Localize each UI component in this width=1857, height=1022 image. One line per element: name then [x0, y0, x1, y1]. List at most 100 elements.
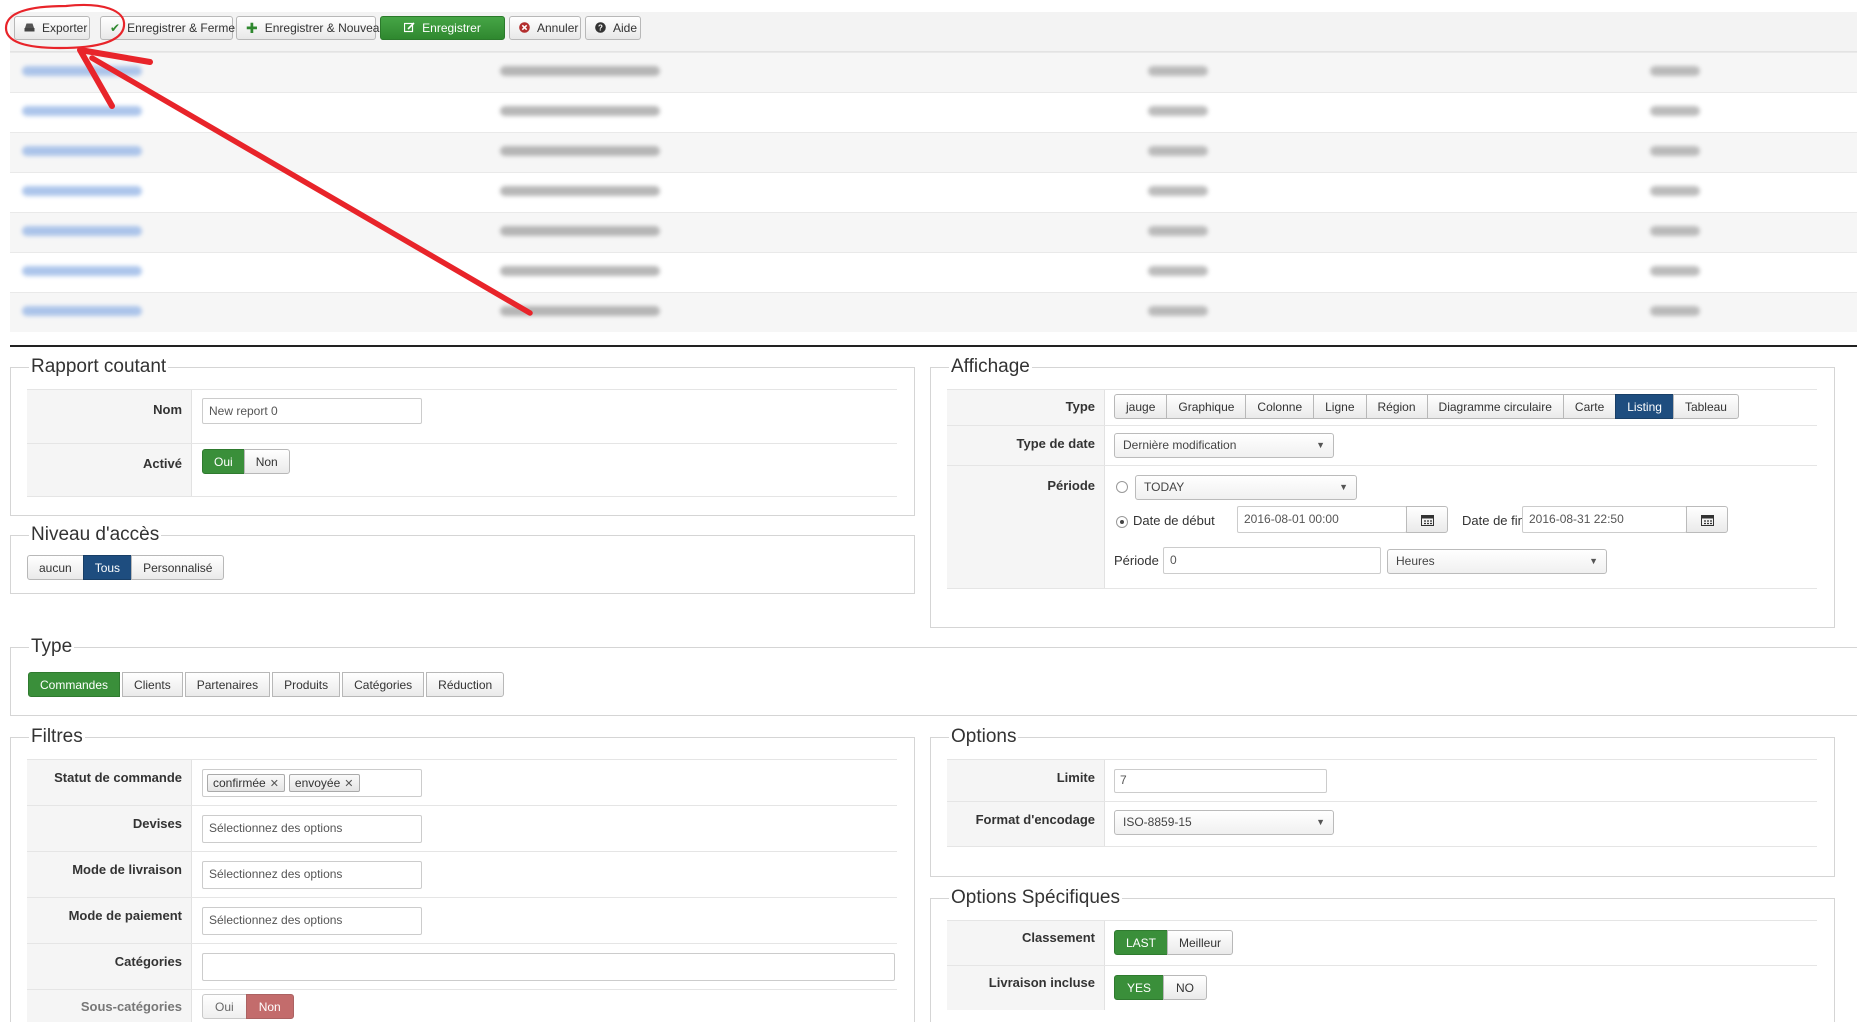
options-fieldset: Options Limite 7 Format d'encodage ISO-8… [930, 725, 1835, 877]
periode2-input[interactable]: 0 [1163, 547, 1381, 574]
livraison-row: Mode de livraison Sélectionnez des optio… [27, 851, 897, 897]
statut-multiselect[interactable]: confirmée ✕ envoyée ✕ [202, 769, 422, 797]
periode-select[interactable]: TODAY ▼ [1135, 475, 1357, 500]
type-categories-button[interactable]: Catégories [342, 672, 425, 697]
table-row [10, 292, 1857, 332]
devises-multiselect[interactable]: Sélectionnez des options [202, 815, 422, 843]
categories-input[interactable] [202, 953, 895, 981]
nom-input[interactable]: New report 0 [202, 398, 422, 424]
table-row [10, 212, 1857, 252]
encodage-row: Format d'encodage ISO-8859-15 ▼ [947, 801, 1817, 847]
type-region-button[interactable]: Région [1365, 394, 1428, 419]
encodage-select[interactable]: ISO-8859-15 ▼ [1114, 810, 1334, 835]
type-commandes-button[interactable]: Commandes [28, 672, 121, 697]
active-row: Activé Oui Non [27, 443, 897, 497]
sous-categories-toggle: Oui Non [202, 994, 294, 1019]
paiement-row: Mode de paiement Sélectionnez des option… [27, 897, 897, 943]
date-debut-calendar-button[interactable] [1406, 506, 1448, 533]
type-carte-button[interactable]: Carte [1562, 394, 1617, 419]
type-diagramme-button[interactable]: Diagramme circulaire [1426, 394, 1564, 419]
classement-label: Classement [947, 921, 1105, 965]
svg-text:?: ? [598, 23, 603, 32]
livraison-multiselect[interactable]: Sélectionnez des options [202, 861, 422, 889]
chevron-down-icon: ▼ [1316, 817, 1325, 827]
encodage-label: Format d'encodage [947, 802, 1105, 846]
active-non-button[interactable]: Non [243, 449, 290, 474]
acces-legend: Niveau d'accès [29, 523, 162, 547]
date-debut-input[interactable]: 2016-08-01 00:00 [1237, 506, 1407, 533]
cancel-icon [519, 21, 530, 35]
remove-icon[interactable]: ✕ [344, 777, 353, 790]
periode-radio[interactable] [1116, 481, 1128, 493]
specifiques-fieldset: Options Spécifiques Classement LAST Meil… [930, 886, 1835, 1022]
devises-row: Devises Sélectionnez des options [27, 805, 897, 851]
livraison-label: Mode de livraison [27, 852, 192, 897]
type-toggle: Commandes Clients Partenaires Produits C… [28, 672, 505, 697]
statut-chip: envoyée ✕ [288, 774, 360, 792]
sous-categories-non-button[interactable]: Non [245, 994, 294, 1019]
table-row [10, 52, 1857, 92]
classement-toggle: LAST Meilleur [1114, 930, 1234, 955]
remove-icon[interactable]: ✕ [270, 777, 279, 790]
date-fin-label: Date de fin [1462, 513, 1525, 528]
periode-row: Période TODAY ▼ Date de début 2016-08-01 … [947, 465, 1817, 589]
livraison-incluse-label: Livraison incluse [947, 966, 1105, 1010]
affichage-type-toggle: jauge Graphique Colonne Ligne Région Dia… [1114, 394, 1739, 419]
table-row [10, 172, 1857, 212]
type-partenaires-button[interactable]: Partenaires [184, 672, 271, 697]
export-button[interactable]: Exporter [14, 16, 90, 40]
livraison-yes-button[interactable]: YES [1114, 975, 1165, 1000]
calendar-icon [1420, 514, 1434, 526]
acces-personnalise-button[interactable]: Personnalisé [131, 555, 225, 580]
save-close-button[interactable]: ✔ Enregistrer & Fermer [100, 16, 239, 40]
help-button[interactable]: ? Aide [585, 16, 641, 40]
type-reduction-button[interactable]: Réduction [426, 672, 505, 697]
type-jauge-button[interactable]: jauge [1114, 394, 1168, 419]
save-button[interactable]: Enregistrer [380, 16, 505, 40]
classement-meilleur-button[interactable]: Meilleur [1167, 930, 1234, 955]
type-clients-button[interactable]: Clients [122, 672, 183, 697]
active-oui-button[interactable]: Oui [202, 449, 245, 474]
filtres-fieldset: Filtres Statut de commande confirmée ✕ env… [10, 725, 915, 1022]
acces-tous-button[interactable]: Tous [82, 555, 133, 580]
save-new-button[interactable]: ✚ Enregistrer & Nouveau [236, 16, 386, 40]
rapport-legend: Rapport coutant [29, 355, 169, 379]
unit-select[interactable]: Heures ▼ [1387, 549, 1607, 574]
date-range-radio[interactable] [1116, 516, 1128, 528]
type-tableau-button[interactable]: Tableau [1672, 394, 1739, 419]
date-fin-input[interactable]: 2016-08-31 22:50 [1522, 506, 1687, 533]
date-fin-calendar-button[interactable] [1686, 506, 1728, 533]
periode-label: Période [947, 466, 1105, 588]
sous-categories-label: Sous-catégories [27, 990, 192, 1022]
filtres-legend: Filtres [29, 725, 85, 749]
calendar-icon [1700, 514, 1714, 526]
chevron-down-icon: ▼ [1316, 440, 1325, 450]
statut-row: Statut de commande confirmée ✕ envoyée ✕ [27, 759, 897, 805]
acces-fieldset: Niveau d'accès aucun Tous Personnalisé [10, 523, 915, 594]
nom-label: Nom [27, 390, 192, 443]
table-row [10, 252, 1857, 292]
acces-aucun-button[interactable]: aucun [27, 555, 84, 580]
edit-icon [404, 21, 415, 35]
livraison-incluse-row: Livraison incluse YES NO [947, 965, 1817, 1010]
type-listing-button[interactable]: Listing [1615, 394, 1674, 419]
paiement-multiselect[interactable]: Sélectionnez des options [202, 907, 422, 935]
limite-input[interactable]: 7 [1114, 769, 1327, 793]
chevron-down-icon: ▼ [1589, 556, 1598, 566]
type-graphique-button[interactable]: Graphique [1166, 394, 1247, 419]
limite-label: Limite [947, 760, 1105, 801]
table-row [10, 132, 1857, 172]
type-produits-button[interactable]: Produits [272, 672, 341, 697]
type-date-select[interactable]: Dernière modification ▼ [1114, 433, 1334, 458]
sous-categories-row: Sous-catégories Oui Non [27, 989, 897, 1022]
cancel-button[interactable]: Annuler [509, 16, 581, 40]
chevron-down-icon: ▼ [1339, 482, 1348, 492]
sous-categories-oui-button[interactable]: Oui [202, 994, 247, 1019]
livraison-no-button[interactable]: NO [1163, 975, 1208, 1000]
type-ligne-button[interactable]: Ligne [1313, 394, 1367, 419]
screenshot-separator [10, 345, 1857, 347]
type-colonne-button[interactable]: Colonne [1245, 394, 1315, 419]
classement-last-button[interactable]: LAST [1114, 930, 1169, 955]
type-date-label: Type de date [947, 426, 1105, 465]
rapport-fieldset: Rapport coutant Nom New report 0 Activé … [10, 355, 915, 516]
